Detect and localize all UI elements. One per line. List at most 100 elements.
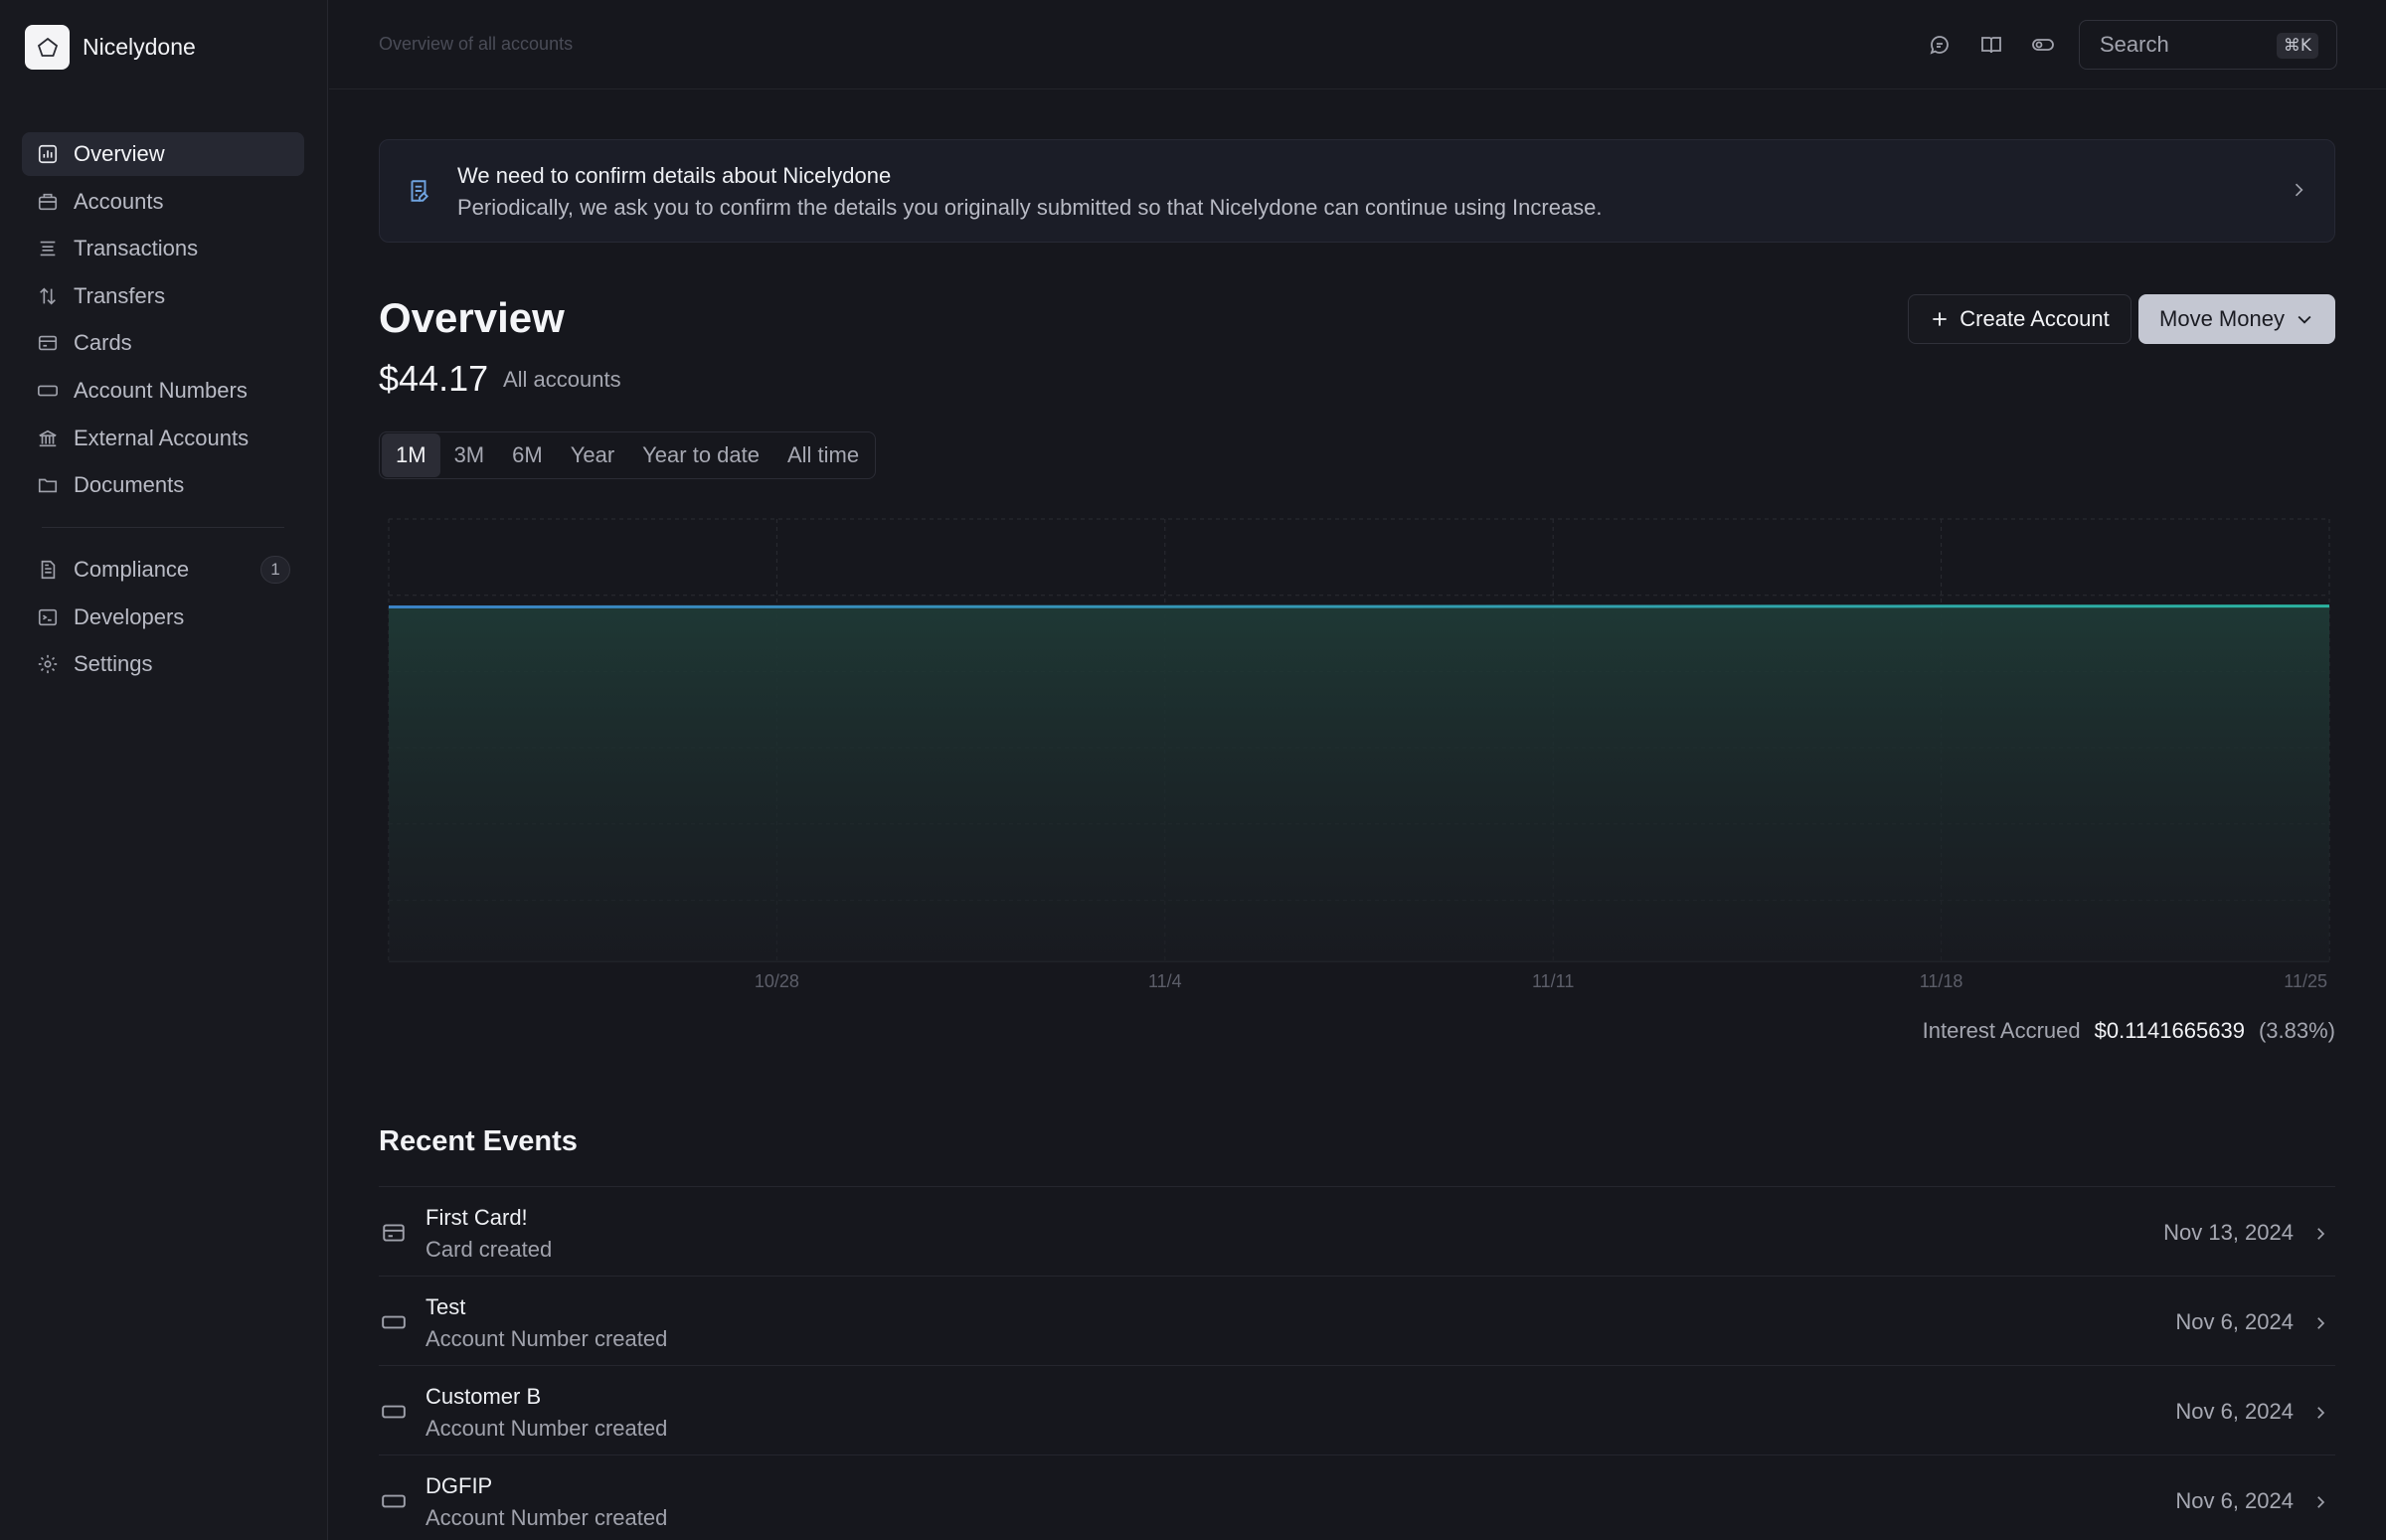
recent-events-title: Recent Events (379, 1125, 578, 1157)
book-icon[interactable] (1976, 30, 2006, 60)
folder-icon (36, 473, 60, 497)
card-icon (36, 331, 60, 355)
event-date: Nov 6, 2024 (2175, 1309, 2294, 1334)
chart-series-line (388, 604, 2330, 609)
interest-value: $0.1141665639 (2094, 1018, 2245, 1043)
chart-x-tick-label: 11/4 (1148, 971, 1182, 991)
interest-accrued: Interest Accrued $0.1141665639 (3.83%) (1923, 1018, 2335, 1044)
compliance-count-badge: 1 (260, 556, 290, 585)
sidebar-item-label: Cards (74, 330, 132, 356)
toggle-icon[interactable] (2028, 30, 2058, 60)
event-subtitle: Account Number created (426, 1326, 668, 1351)
range-option-3m[interactable]: 3M (440, 433, 499, 477)
brand-logo-icon (25, 25, 70, 70)
plus-icon (1930, 309, 1950, 329)
chevron-right-icon (2311, 1312, 2329, 1338)
event-row[interactable]: First Card! Card created Nov 13, 2024 (379, 1186, 2335, 1276)
chart-area-layer (388, 604, 2330, 961)
chart-x-ticks: 10/28 11/4 11/11 11/18 11/25 (755, 971, 2327, 991)
event-row[interactable]: DGFIP Account Number created Nov 6, 2024 (379, 1454, 2335, 1540)
chevron-right-icon (2311, 1402, 2329, 1428)
move-money-label: Move Money (2159, 306, 2285, 331)
sidebar-item-label: Transfers (74, 282, 166, 308)
chart-x-tick-label: 11/11 (1532, 971, 1574, 991)
event-row[interactable]: Test Account Number created Nov 6, 2024 (379, 1276, 2335, 1365)
create-account-label: Create Account (1960, 306, 2110, 331)
chart-x-tick-label: 11/25 (2284, 971, 2327, 991)
terminal-icon (36, 605, 60, 629)
chart-x-tick-label: 11/18 (1920, 971, 1963, 991)
sidebar-item-settings[interactable]: Settings (22, 642, 304, 686)
search-placeholder: Search (2100, 32, 2169, 57)
event-title: Test (426, 1294, 466, 1319)
sidebar-item-accounts[interactable]: Accounts (22, 180, 304, 224)
interest-label: Interest Accrued (1922, 1018, 2081, 1043)
sidebar-item-transfers[interactable]: Transfers (22, 274, 304, 318)
chevron-right-icon (2311, 1491, 2329, 1517)
list-icon (36, 237, 60, 260)
recent-events-list: First Card! Card created Nov 13, 2024 Te… (379, 1186, 2335, 1540)
sidebar-divider (42, 527, 284, 529)
create-account-button[interactable]: Create Account (1908, 294, 2131, 344)
sidebar-item-developers[interactable]: Developers (22, 596, 304, 639)
range-option-6m[interactable]: 6M (498, 433, 557, 477)
chart-area-fill (389, 605, 2329, 961)
chart-x-tick-label: 10/28 (755, 971, 799, 991)
account-number-icon (381, 1309, 407, 1341)
chat-icon[interactable] (1925, 30, 1955, 60)
sidebar-nav: Overview Accounts Transactions Transfers… (22, 132, 304, 690)
range-option-year[interactable]: Year (557, 433, 628, 477)
event-date: Nov 13, 2024 (2163, 1220, 2294, 1245)
topbar-icons (1925, 30, 2058, 60)
event-date: Nov 6, 2024 (2175, 1399, 2294, 1424)
bank-icon (36, 427, 60, 450)
sidebar-item-label: External Accounts (74, 425, 250, 450)
search-shortcut: ⌘K (2276, 33, 2318, 59)
total-balance: $44.17 (379, 358, 489, 399)
sidebar-item-label: Developers (74, 603, 185, 629)
range-option-all-time[interactable]: All time (773, 433, 873, 477)
range-option-1m[interactable]: 1M (382, 433, 440, 477)
search-input[interactable]: Search ⌘K (2079, 20, 2337, 70)
event-subtitle: Account Number created (426, 1505, 668, 1530)
range-option-ytd[interactable]: Year to date (628, 433, 773, 477)
sidebar: Nicelydone Overview Accounts Transaction… (0, 0, 328, 1540)
document-icon (36, 558, 60, 582)
sidebar-item-label: Settings (74, 651, 153, 677)
sidebar-item-account-numbers[interactable]: Account Numbers (22, 369, 304, 413)
chevron-right-icon (2311, 1223, 2329, 1249)
chevron-down-icon (2295, 309, 2314, 329)
account-number-icon (381, 1399, 407, 1431)
sidebar-item-label: Documents (74, 472, 185, 498)
gear-icon (36, 652, 60, 676)
sidebar-item-label: Account Numbers (74, 377, 248, 403)
page-title: Overview (379, 294, 565, 341)
banner-text: Periodically, we ask you to confirm the … (457, 195, 1603, 220)
card-icon (381, 1220, 407, 1252)
event-title: First Card! (426, 1205, 528, 1230)
chart-icon (36, 142, 60, 166)
event-title: DGFIP (426, 1473, 493, 1498)
brand-name: Nicelydone (83, 34, 196, 60)
brand[interactable]: Nicelydone (25, 25, 196, 70)
event-subtitle: Account Number created (426, 1416, 668, 1441)
sidebar-item-label: Compliance (74, 557, 190, 583)
arrows-updown-icon (36, 284, 60, 308)
sidebar-item-compliance[interactable]: Compliance 1 (22, 548, 304, 592)
interest-rate: (3.83%) (2258, 1018, 2335, 1043)
event-row[interactable]: Customer B Account Number created Nov 6,… (379, 1365, 2335, 1454)
clipboard-edit-icon (406, 178, 431, 210)
sidebar-item-label: Transactions (74, 236, 199, 261)
confirm-details-banner[interactable]: We need to confirm details about Nicelyd… (379, 139, 2335, 243)
sidebar-item-overview[interactable]: Overview (22, 132, 304, 176)
sidebar-item-external-accounts[interactable]: External Accounts (22, 417, 304, 460)
chevron-right-icon (2289, 180, 2308, 206)
event-date: Nov 6, 2024 (2175, 1488, 2294, 1513)
sidebar-item-label: Accounts (74, 188, 164, 214)
sidebar-item-documents[interactable]: Documents (22, 463, 304, 507)
move-money-button[interactable]: Move Money (2138, 294, 2335, 344)
sidebar-item-label: Overview (74, 141, 165, 166)
topbar: Overview of all accounts Search ⌘K (329, 0, 2386, 89)
sidebar-item-cards[interactable]: Cards (22, 321, 304, 365)
sidebar-item-transactions[interactable]: Transactions (22, 227, 304, 270)
